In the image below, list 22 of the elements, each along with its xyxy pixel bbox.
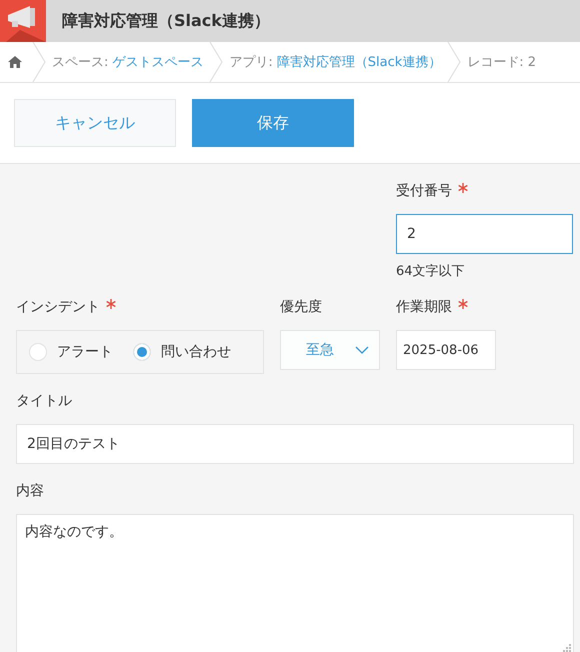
field-label: 優先度 <box>280 298 322 316</box>
field-label: タイトル <box>16 392 72 410</box>
radio-button[interactable] <box>29 343 47 361</box>
breadcrumb-item: スペース: <box>52 54 108 71</box>
radio-option[interactable]: 問い合わせ <box>133 343 231 361</box>
app-title: 障害対応管理（Slack連携） <box>62 10 270 32</box>
date-field[interactable]: 2025-08-06 <box>396 330 496 370</box>
radio-button[interactable] <box>133 343 151 361</box>
field-label: 作業期限 <box>396 298 452 316</box>
hint-text: 64文字以下 <box>396 263 465 280</box>
home-icon[interactable] <box>8 55 22 69</box>
radio-option[interactable]: アラート <box>29 343 113 361</box>
text-area[interactable]: 内容なのです。 <box>16 514 574 652</box>
chevron-down-icon <box>355 346 369 354</box>
resize-grip-icon[interactable] <box>563 644 571 652</box>
breadcrumb-item: アプリ: <box>229 54 273 71</box>
field-label: 内容 <box>16 482 44 500</box>
input-field[interactable]: 2 <box>396 214 573 254</box>
field-label: インシデント <box>16 298 100 316</box>
breadcrumb-item: レコード: 2 <box>467 54 536 71</box>
field-label: 受付番号 <box>396 182 452 200</box>
input-field[interactable]: 2回目のテスト <box>16 424 574 464</box>
